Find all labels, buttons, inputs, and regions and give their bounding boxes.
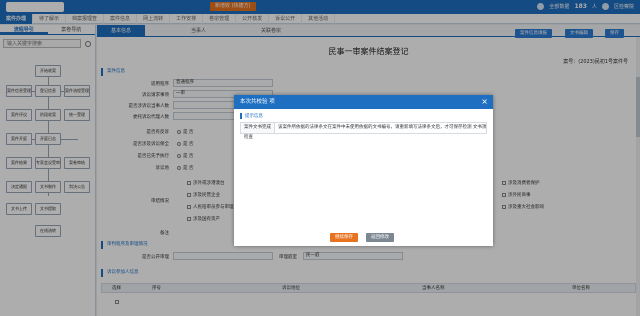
validation-label: 案件文书完成检查 [241, 123, 275, 140]
go-back-button[interactable]: 返回修改 [366, 233, 394, 242]
validation-message: 该案件所依据的法律条文在案件中未使用依据的文书编号，请重新填写法律条文后，才可保… [278, 125, 486, 130]
dialog-header: 本次共校验 项 × [234, 95, 493, 109]
dialog-title: 本次共校验 项 [240, 99, 275, 105]
continue-save-button[interactable]: 继续保存 [330, 233, 358, 242]
validation-row: 案件文书完成检查 该案件所依据的法律条文在案件中未使用依据的文书编号，请重新填写… [240, 122, 487, 140]
close-icon[interactable]: × [481, 95, 488, 109]
validation-dialog: 本次共校验 项 × 提示信息 案件文书完成检查 该案件所依据的法律条文在案件中未… [234, 95, 493, 246]
dialog-section: 提示信息 [240, 113, 263, 119]
